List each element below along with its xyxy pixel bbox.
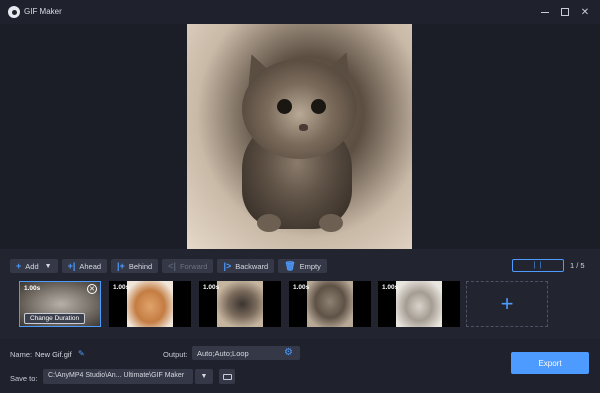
frame-image bbox=[396, 281, 442, 327]
behind-button[interactable]: |+ Behind bbox=[111, 259, 159, 273]
window-title: GIF Maker bbox=[24, 7, 62, 16]
frame-counter: 1 / 5 bbox=[570, 261, 585, 270]
close-button[interactable]: ✕ bbox=[578, 5, 592, 19]
chevron-down-icon: ▼ bbox=[200, 373, 208, 380]
empty-label: Empty bbox=[299, 261, 321, 271]
ahead-label: Ahead bbox=[79, 261, 102, 271]
ahead-button[interactable]: +| Ahead bbox=[61, 259, 108, 273]
chevron-down-icon[interactable]: ▼ bbox=[45, 263, 52, 270]
preview-area bbox=[0, 24, 600, 249]
add-frame-button[interactable]: + bbox=[466, 281, 548, 327]
frame-duration: 1.00s bbox=[203, 284, 220, 291]
plus-icon: + bbox=[16, 261, 22, 271]
frame-duration: 1.00s bbox=[113, 284, 130, 291]
frame-thumbnail-2[interactable]: 1.00s bbox=[109, 281, 191, 327]
frame-image bbox=[127, 281, 173, 327]
frame-thumbnail-4[interactable]: 1.00s bbox=[289, 281, 371, 327]
plus-icon: + bbox=[500, 291, 514, 316]
settings-panel: Name: New Gif.gif ✎ Output: Auto;Auto;Lo… bbox=[0, 339, 600, 393]
save-path-field[interactable]: C:\AnyMP4 Studio\An... Ultimate\GIF Make… bbox=[43, 369, 193, 384]
add-button[interactable]: + Add ▼ bbox=[10, 259, 58, 273]
close-icon: ✕ bbox=[580, 6, 590, 18]
backward-label: Backward bbox=[235, 261, 269, 271]
frame-thumbnail-5[interactable]: 1.00s bbox=[378, 281, 460, 327]
insert-ahead-icon: +| bbox=[67, 261, 76, 271]
kitten-paw bbox=[319, 214, 343, 232]
frame-image bbox=[307, 281, 353, 327]
gear-icon[interactable]: ⚙ bbox=[284, 347, 293, 358]
minimize-button[interactable] bbox=[538, 5, 552, 19]
insert-behind-icon: |+ bbox=[117, 261, 125, 271]
empty-button[interactable]: 🗑 Empty bbox=[278, 259, 327, 273]
behind-label: Behind bbox=[128, 261, 153, 271]
frame-duration: 1.00s bbox=[293, 284, 310, 291]
forward-label: Forward bbox=[179, 261, 208, 271]
backward-button[interactable]: |> Backward bbox=[217, 259, 275, 273]
frame-thumbnail-3[interactable]: 1.00s bbox=[199, 281, 281, 327]
minimize-icon bbox=[541, 11, 549, 13]
trash-icon: 🗑 bbox=[284, 260, 296, 271]
kitten-paw bbox=[257, 214, 281, 232]
preview-image bbox=[187, 24, 412, 249]
kitten-head bbox=[242, 59, 357, 159]
kitten-nose bbox=[299, 124, 308, 131]
change-duration-button[interactable]: Change Duration bbox=[24, 313, 86, 324]
edit-name-icon[interactable]: ✎ bbox=[78, 349, 85, 358]
maximize-icon bbox=[561, 8, 569, 16]
frame-thumbnail-1[interactable]: 1.00s ✕ Change Duration bbox=[19, 281, 101, 327]
frame-toolbar: + Add ▼ +| Ahead |+ Behind <| Forward |>… bbox=[10, 259, 327, 273]
kitten-eye bbox=[311, 99, 326, 114]
pause-button[interactable]: | | bbox=[512, 259, 564, 272]
forward-button[interactable]: <| Forward bbox=[162, 259, 214, 273]
frame-duration: 1.00s bbox=[382, 284, 399, 291]
file-name-value: New Gif.gif bbox=[35, 350, 72, 359]
kitten-eye bbox=[277, 99, 292, 114]
move-backward-icon: |> bbox=[223, 261, 232, 271]
name-label: Name: bbox=[10, 350, 33, 359]
maximize-button[interactable] bbox=[558, 5, 572, 19]
move-forward-icon: <| bbox=[168, 261, 176, 271]
export-button[interactable]: Export bbox=[511, 352, 589, 374]
app-logo-icon bbox=[8, 6, 20, 18]
pause-icon: | | bbox=[533, 262, 543, 269]
gif-maker-window: GIF Maker ✕ + Add ▼ +| Ahead |+ Behind <… bbox=[0, 0, 600, 393]
frame-image bbox=[217, 281, 263, 327]
save-to-label: Save to: bbox=[10, 374, 38, 383]
title-bar: GIF Maker ✕ bbox=[0, 0, 600, 24]
folder-icon bbox=[222, 373, 232, 380]
add-label: Add bbox=[25, 261, 39, 271]
remove-frame-icon[interactable]: ✕ bbox=[87, 284, 97, 294]
save-path-dropdown[interactable]: ▼ bbox=[195, 369, 213, 384]
open-folder-button[interactable] bbox=[219, 369, 235, 384]
output-label: Output: bbox=[163, 350, 188, 359]
frame-duration: 1.00s bbox=[24, 285, 41, 292]
